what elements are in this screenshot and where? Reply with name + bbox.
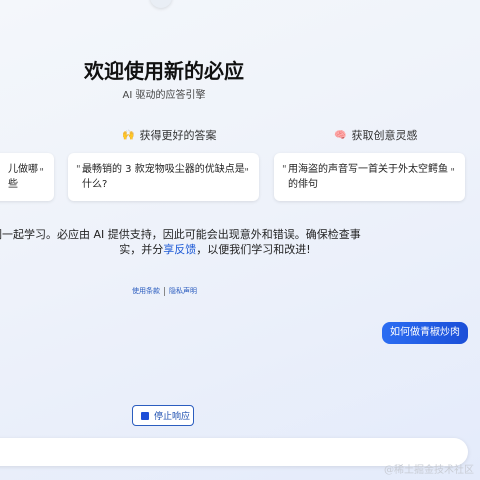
- brain-icon: 🧠: [334, 129, 347, 141]
- example-card-text: 儿做哪些: [8, 164, 38, 190]
- feedback-link[interactable]: 享反馈: [163, 243, 196, 256]
- example-card-3[interactable]: " 用海盗的声音写一首关于外太空鳄鱼的俳句 ": [274, 153, 465, 201]
- quote-open-icon: ": [76, 164, 81, 175]
- feature-heading-label: 获取创意灵感: [351, 129, 418, 142]
- feature-heading-creative-inspiration: 🧠 获取创意灵感: [334, 127, 417, 143]
- disclaimer-line-1: 我们一起学习。必应由 AI 提供支持，因此可能会出现意外和错误。确保检查事: [0, 228, 361, 241]
- quote-close-icon: ": [39, 167, 44, 178]
- stop-responding-label: 停止响应: [154, 412, 191, 422]
- footer-divider: [164, 286, 165, 296]
- user-message-bubble: 如何做青椒炒肉: [382, 322, 468, 344]
- example-card-text: 最畅销的 3 款宠物吸尘器的优缺点是什么?: [82, 164, 245, 190]
- quote-close-icon: ": [450, 167, 455, 178]
- disclaimer-text: ，以便我们学习和改进!: [196, 243, 311, 256]
- example-card-text: 用海盗的声音写一首关于外太空鳄鱼的俳句: [288, 164, 448, 190]
- example-card-1[interactable]: 儿做哪些 ": [0, 153, 54, 201]
- watermark: @稀土掘金技术社区: [384, 465, 474, 476]
- footer-links: 使用条款 隐私声明: [132, 286, 197, 296]
- feature-heading-label: 获得更好的答案: [139, 129, 217, 142]
- disclaimer: 我们一起学习。必应由 AI 提供支持，因此可能会出现意外和错误。确保检查事 实，…: [0, 227, 361, 257]
- terms-link[interactable]: 使用条款: [132, 286, 160, 296]
- privacy-link[interactable]: 隐私声明: [169, 286, 197, 296]
- stop-responding-button[interactable]: 停止响应: [132, 405, 194, 426]
- quote-open-icon: ": [282, 164, 287, 175]
- example-card-2[interactable]: " 最畅销的 3 款宠物吸尘器的优缺点是什么? ": [68, 153, 259, 201]
- disclaimer-text: 实，并分: [119, 243, 164, 256]
- stop-icon: [141, 411, 149, 420]
- hands-raised-icon: 🙌: [122, 129, 135, 141]
- bing-logo-icon: [150, 0, 172, 8]
- feature-heading-better-answers: 🙌 获得更好的答案: [122, 127, 216, 143]
- page-title: 欢迎使用新的必应: [84, 59, 244, 83]
- page-subtitle: AI 驱动的应答引擎: [122, 90, 206, 101]
- disclaimer-line-2: 实，并分享反馈，以便我们学习和改进!: [80, 242, 350, 257]
- quote-close-icon: ": [244, 167, 249, 178]
